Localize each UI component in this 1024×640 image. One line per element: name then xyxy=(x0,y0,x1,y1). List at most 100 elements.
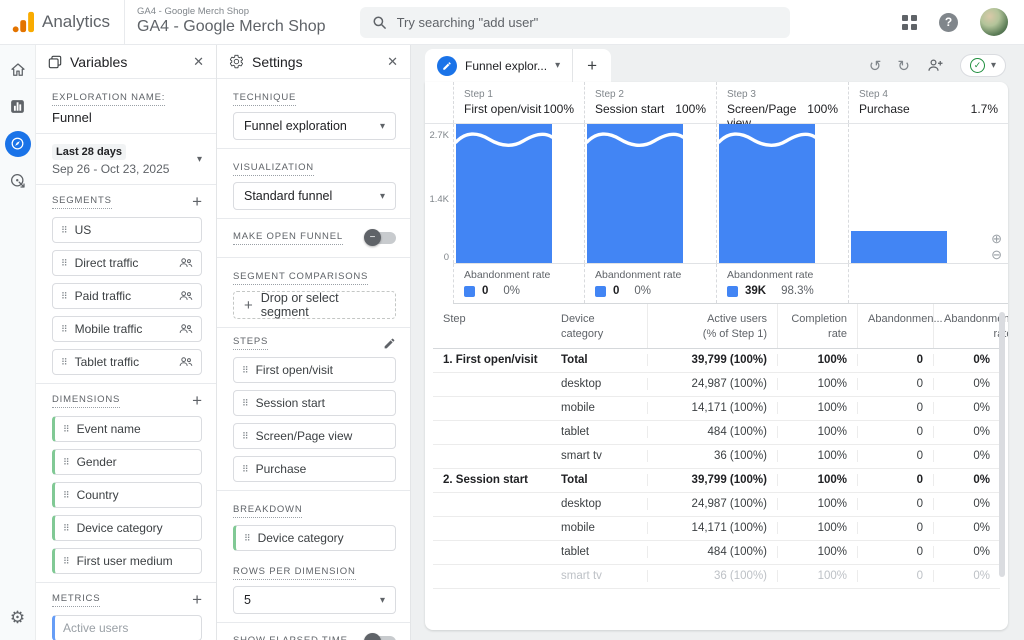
add-segment-icon[interactable]: + xyxy=(192,193,202,210)
exploration-name-value[interactable]: Funnel xyxy=(52,110,202,125)
redo-icon[interactable]: ↻ xyxy=(897,57,910,75)
segment-item[interactable]: ⠿ US xyxy=(52,217,202,243)
col-header-abandonments[interactable]: Abandonmen... xyxy=(857,304,933,348)
funnel-bar[interactable] xyxy=(719,124,815,263)
funnel-column[interactable] xyxy=(584,124,716,263)
close-settings-icon[interactable]: ✕ xyxy=(387,54,398,70)
tab-funnel-exploration[interactable]: Funnel explor... ▾ xyxy=(425,49,572,82)
funnel-step-header[interactable]: Step 3 Screen/Page view 100% xyxy=(716,82,848,123)
table-row[interactable]: mobile 14,171 (100%) 100% 0 0% xyxy=(433,517,1000,541)
funnel-bar[interactable] xyxy=(587,124,683,263)
edit-pencil-icon[interactable] xyxy=(383,337,396,350)
table-row[interactable]: mobile 14,171 (100%) 100% 0 0% xyxy=(433,397,1000,421)
dimension-item[interactable]: ⠿ Country xyxy=(52,482,202,508)
nav-reports[interactable] xyxy=(0,88,36,125)
avatar[interactable] xyxy=(980,8,1008,36)
property-selector[interactable]: GA4 - Google Merch Shop GA4 - Google Mer… xyxy=(137,7,326,36)
segment-item[interactable]: ⠿ Paid traffic xyxy=(52,283,202,309)
analytics-logo[interactable]: Analytics xyxy=(0,11,124,33)
drag-handle-icon[interactable]: ⠿ xyxy=(61,324,67,335)
col-header-active-users[interactable]: Active users (% of Step 1) xyxy=(647,304,777,348)
visualization-select[interactable]: Standard funnel ▾ xyxy=(233,182,396,210)
technique-select[interactable]: Funnel exploration ▾ xyxy=(233,112,396,140)
show-elapsed-time-toggle[interactable]: − xyxy=(366,636,396,640)
table-row[interactable]: desktop 24,987 (100%) 100% 0 0% xyxy=(433,373,1000,397)
apps-grid-icon[interactable] xyxy=(902,15,917,30)
step-name: Session start xyxy=(595,102,664,116)
funnel-step-header[interactable]: Step 4 Purchase 1.7% xyxy=(848,82,1008,123)
step-item[interactable]: ⠿ Purchase xyxy=(233,456,396,482)
rows-per-dimension-select[interactable]: 5 ▾ xyxy=(233,586,396,614)
table-row[interactable]: tablet 484 (100%) 100% 0 0% xyxy=(433,541,1000,565)
drag-handle-icon[interactable]: ⠿ xyxy=(244,533,250,544)
funnel-bar[interactable] xyxy=(851,231,947,263)
table-row[interactable]: 2. Session start Total 39,799 (100%) 100… xyxy=(433,469,1000,493)
funnel-step-header[interactable]: Step 1 First open/visit 100% xyxy=(453,82,584,123)
dimension-item[interactable]: ⠿ Event name xyxy=(52,416,202,442)
col-header-completion[interactable]: Completion rate xyxy=(777,304,857,348)
drag-handle-icon[interactable]: ⠿ xyxy=(242,464,248,475)
nav-home[interactable] xyxy=(0,51,36,88)
drag-handle-icon[interactable]: ⠿ xyxy=(61,291,67,302)
drag-handle-icon[interactable]: ⠿ xyxy=(61,258,67,269)
nav-admin[interactable]: ⚙ xyxy=(10,608,25,640)
table-row[interactable]: smart tv 36 (100%) 100% 0 0% xyxy=(433,565,1000,589)
table-row[interactable]: 1. First open/visit Total 39,799 (100%) … xyxy=(433,349,1000,373)
share-users-icon[interactable] xyxy=(926,58,944,73)
zoom-in-icon[interactable]: ⊕ xyxy=(991,232,1002,246)
dimension-item[interactable]: ⠿ Device category xyxy=(52,515,202,541)
col-header-device[interactable]: Device category xyxy=(551,304,647,348)
segment-item[interactable]: ⠿ Mobile traffic xyxy=(52,316,202,342)
col-header-step[interactable]: Step xyxy=(433,304,551,348)
dimension-item[interactable]: ⠿ First user medium xyxy=(52,548,202,574)
dimension-item[interactable]: ⠿ Gender xyxy=(52,449,202,475)
status-menu[interactable]: ✓ ▾ xyxy=(960,54,1006,77)
drag-handle-icon[interactable]: ⠿ xyxy=(63,424,69,435)
add-tab-button[interactable]: + xyxy=(573,49,611,82)
drag-handle-icon[interactable]: ⠿ xyxy=(63,523,69,534)
step-item[interactable]: ⠿ Screen/Page view xyxy=(233,423,396,449)
add-dimension-icon[interactable]: + xyxy=(192,392,202,409)
segment-drop-zone[interactable]: + Drop or select segment xyxy=(233,291,396,319)
drag-handle-icon[interactable]: ⠿ xyxy=(63,556,69,567)
segment-item[interactable]: ⠿ Tablet traffic xyxy=(52,349,202,375)
global-search[interactable] xyxy=(360,7,790,38)
close-variables-icon[interactable]: ✕ xyxy=(193,54,204,70)
step-item[interactable]: ⠿ First open/visit xyxy=(233,357,396,383)
funnel-column[interactable] xyxy=(453,124,584,263)
undo-icon[interactable]: ↺ xyxy=(869,57,882,75)
funnel-bar[interactable] xyxy=(456,124,552,263)
step-item[interactable]: ⠿ Session start xyxy=(233,390,396,416)
table-scrollbar[interactable] xyxy=(999,312,1005,577)
drag-handle-icon[interactable]: ⠿ xyxy=(242,365,248,376)
make-open-funnel-toggle[interactable]: − xyxy=(366,232,396,244)
drag-handle-icon[interactable]: ⠿ xyxy=(63,457,69,468)
nav-advertising[interactable] xyxy=(0,162,36,199)
metric-item[interactable]: Active users xyxy=(52,615,202,640)
date-range-section[interactable]: Last 28 days Sep 26 - Oct 23, 2025 ▾ xyxy=(36,134,216,185)
help-icon[interactable]: ? xyxy=(939,13,958,32)
add-metric-icon[interactable]: + xyxy=(192,591,202,608)
col-header-abandonment-rate[interactable]: Abandonment rate xyxy=(933,304,1008,348)
table-row[interactable]: tablet 484 (100%) 100% 0 0% xyxy=(433,421,1000,445)
step-percent: 100% xyxy=(675,102,706,116)
drag-handle-icon[interactable]: ⠿ xyxy=(242,431,248,442)
funnel-column[interactable] xyxy=(716,124,848,263)
home-icon xyxy=(9,61,27,79)
zoom-out-icon[interactable]: ⊖ xyxy=(991,248,1002,262)
nav-explore[interactable] xyxy=(0,125,36,162)
cell-abandonment-rate: 0% xyxy=(933,450,1000,462)
segment-item[interactable]: ⠿ Direct traffic xyxy=(52,250,202,276)
breakdown-item[interactable]: ⠿ Device category xyxy=(233,525,396,551)
drag-handle-icon[interactable]: ⠿ xyxy=(61,225,67,236)
table-row[interactable]: desktop 24,987 (100%) 100% 0 0% xyxy=(433,493,1000,517)
table-row[interactable]: smart tv 36 (100%) 100% 0 0% xyxy=(433,445,1000,469)
funnel-column[interactable] xyxy=(848,124,1008,263)
search-input[interactable] xyxy=(397,15,778,30)
funnel-step-header[interactable]: Step 2 Session start 100% xyxy=(584,82,716,123)
drag-handle-icon[interactable]: ⠿ xyxy=(61,357,67,368)
drag-handle-icon[interactable]: ⠿ xyxy=(63,490,69,501)
date-caret-icon[interactable]: ▾ xyxy=(197,154,202,165)
drag-handle-icon[interactable]: ⠿ xyxy=(242,398,248,409)
tab-caret-icon[interactable]: ▾ xyxy=(555,60,560,71)
